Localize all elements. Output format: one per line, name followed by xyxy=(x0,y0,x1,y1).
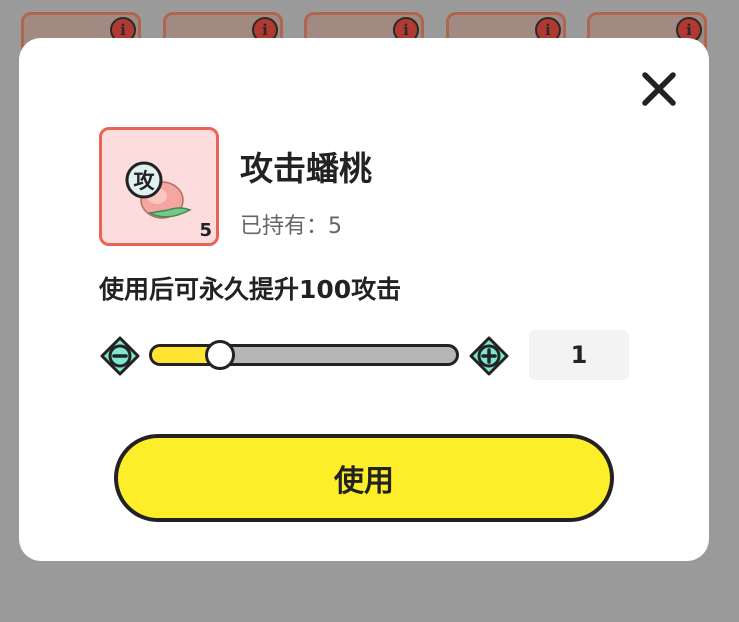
close-button[interactable] xyxy=(638,68,680,110)
use-button[interactable]: 使用 xyxy=(114,434,614,522)
use-item-dialog: 攻 5 攻击蟠桃 已持有：5 使用后可永久提升100攻击 1 使用 xyxy=(19,38,709,561)
item-name: 攻击蟠桃 xyxy=(240,149,372,188)
close-icon xyxy=(642,72,676,106)
item-description: 使用后可永久提升100攻击 xyxy=(99,275,402,304)
item-icon-box: 攻 5 xyxy=(99,127,219,246)
quantity-slider-thumb[interactable] xyxy=(205,340,235,370)
minus-icon xyxy=(100,336,140,376)
owned-count-text: 已持有：5 xyxy=(240,214,342,239)
quantity-input[interactable]: 1 xyxy=(529,330,629,380)
quantity-slider-track[interactable] xyxy=(149,344,459,366)
attack-badge-text: 攻 xyxy=(134,169,156,193)
increase-button[interactable] xyxy=(468,335,510,377)
item-count: 5 xyxy=(199,220,212,241)
decrease-button[interactable] xyxy=(99,335,141,377)
plus-icon xyxy=(469,336,509,376)
